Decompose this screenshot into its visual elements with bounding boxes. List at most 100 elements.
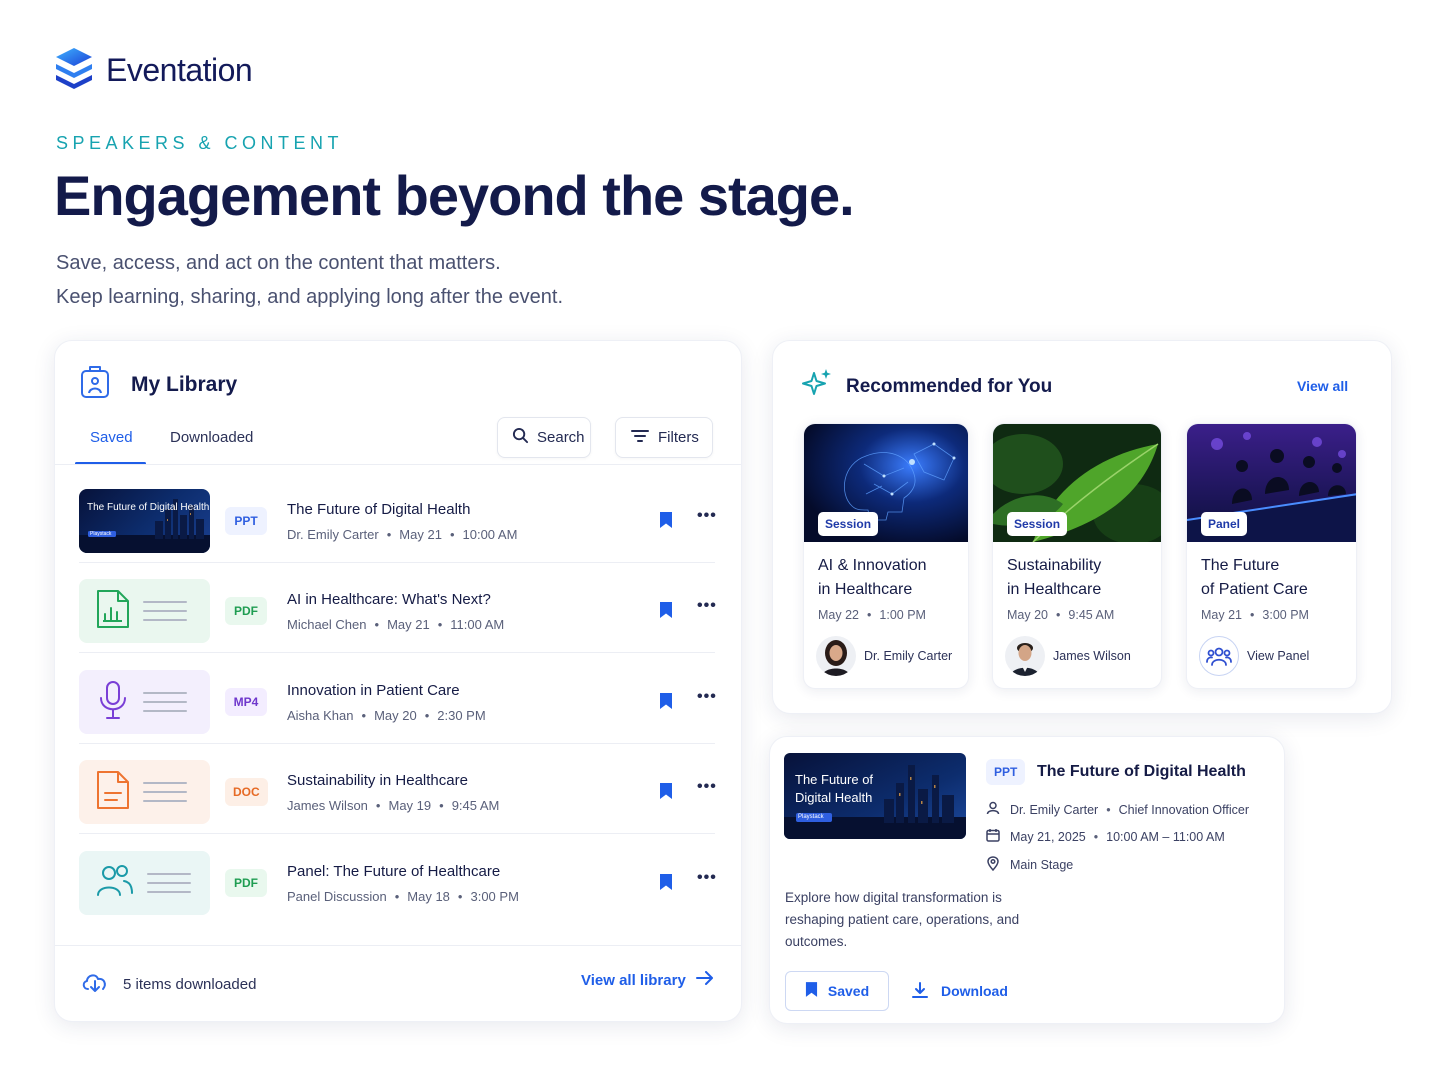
- brand-name: Eventation: [106, 52, 253, 88]
- session-title-line-1: AI & Innovation: [818, 557, 927, 574]
- row-divider: [79, 743, 715, 744]
- session-date: May 21: [1201, 608, 1242, 622]
- saved-button[interactable]: Saved: [785, 971, 889, 1011]
- session-date: May 20: [1007, 608, 1048, 622]
- session-title-line-1: The Future: [1201, 557, 1280, 574]
- user-icon: [986, 801, 1000, 818]
- row-divider: [79, 652, 715, 653]
- session-time: 9:45 AM: [1068, 608, 1115, 622]
- bookmark-icon[interactable]: [659, 873, 673, 896]
- item-title: Innovation in Patient Care: [287, 682, 460, 699]
- brand[interactable]: Eventation: [54, 46, 253, 95]
- session-tag: Session: [1007, 512, 1068, 536]
- item-time: 9:45 AM: [451, 798, 500, 813]
- detail-time: 10:00 AM – 11:00 AM: [1106, 829, 1225, 844]
- more-options-icon[interactable]: •••: [697, 869, 717, 887]
- item-time: 10:00 AM: [462, 527, 518, 542]
- row-divider: [79, 562, 715, 563]
- detail-title: The Future of Digital Health: [1037, 763, 1246, 780]
- recommended-card[interactable]: Session AI & Innovation in Healthcare Ma…: [803, 423, 969, 689]
- bookmark-icon[interactable]: [659, 601, 673, 624]
- session-meta: May 20 • 9:45 AM: [1007, 608, 1115, 622]
- file-type-badge: MP4: [225, 688, 267, 716]
- session-tag: Panel: [1201, 512, 1248, 536]
- speaker-avatar: [816, 636, 856, 676]
- document-lines: [147, 873, 191, 893]
- speaker-name: Dr. Emily Carter: [864, 649, 953, 663]
- detail-thumbnail-tag: Playstack: [798, 814, 824, 820]
- speaker-info: Dr. Emily Carter: [816, 636, 952, 676]
- recommended-card[interactable]: Panel The Future of Patient Care May 21 •…: [1186, 423, 1357, 689]
- item-title: Sustainability in Healthcare: [287, 772, 468, 789]
- users-icon: [95, 861, 135, 906]
- session-time: 3:00 PM: [1262, 608, 1309, 622]
- library-item-row[interactable]: PDF AI in Healthcare: What's Next? Micha…: [79, 567, 717, 657]
- speaker-role: Chief Innovation Officer: [1118, 802, 1249, 817]
- page-headline: Engagement beyond the stage.: [54, 164, 855, 227]
- download-status-text: 5 items downloaded: [123, 975, 257, 993]
- item-meta: James Wilson • May 19 • 9:45 AM: [287, 798, 500, 813]
- speaker-name: James Wilson: [1053, 649, 1131, 663]
- speaker-name: Dr. Emily Carter: [1010, 802, 1099, 817]
- item-meta: Panel Discussion • May 18 • 3:00 PM: [287, 889, 519, 904]
- document-lines: [143, 601, 187, 621]
- filters-button[interactable]: Filters: [615, 417, 713, 458]
- cloud-download-icon: [81, 971, 109, 997]
- more-options-icon[interactable]: •••: [697, 507, 717, 525]
- session-title-line-2: in Healthcare: [818, 581, 913, 598]
- hero-subtitle-line-1: Save, access, and act on the content tha…: [56, 252, 501, 274]
- item-thumbnail: [79, 760, 210, 824]
- file-type-badge: PPT: [986, 759, 1026, 785]
- library-item-row[interactable]: The Future of Digital Health Playstack P…: [79, 477, 717, 567]
- detail-thumbnail-title-line-2: Digital Health: [795, 790, 873, 805]
- search-button[interactable]: Search: [497, 417, 591, 458]
- arrow-right-icon: [695, 971, 714, 989]
- download-icon: [911, 981, 929, 1002]
- recommended-title: Recommended for You: [846, 376, 1053, 397]
- library-item-row[interactable]: DOC Sustainability in Healthcare James W…: [79, 748, 717, 838]
- library-item-row[interactable]: PDF Panel: The Future of Healthcare Pane…: [79, 839, 717, 929]
- more-options-icon[interactable]: •••: [697, 597, 717, 615]
- item-thumbnail: [79, 851, 210, 915]
- library-item-row[interactable]: MP4 Innovation in Patient Care Aisha Kha…: [79, 658, 717, 748]
- item-date: May 20: [374, 708, 417, 723]
- document-icon: [95, 769, 131, 816]
- library-title: My Library: [131, 373, 238, 396]
- item-speaker: Dr. Emily Carter: [287, 527, 379, 542]
- search-label: Search: [537, 429, 585, 446]
- bookmark-icon[interactable]: [659, 511, 673, 534]
- thumbnail-title: The Future of Digital Health: [87, 502, 210, 513]
- bookmark-icon[interactable]: [659, 692, 673, 715]
- detail-thumbnail-title-line-1: The Future of: [795, 772, 874, 787]
- download-button[interactable]: Download: [911, 971, 1008, 1011]
- session-title: AI & Innovation in Healthcare: [818, 554, 968, 602]
- filters-label: Filters: [658, 429, 699, 446]
- view-panel-link[interactable]: View Panel: [1199, 636, 1309, 676]
- tab-divider: [55, 464, 741, 465]
- view-all-library-label: View all library: [581, 971, 686, 989]
- location-text: Main Stage: [1010, 858, 1074, 872]
- bookmark-icon[interactable]: [659, 782, 673, 805]
- item-thumbnail: [79, 670, 210, 734]
- location-pin-icon: [986, 856, 1000, 874]
- more-options-icon[interactable]: •••: [697, 688, 717, 706]
- session-meta: May 21 • 3:00 PM: [1201, 608, 1309, 622]
- footer-divider: [55, 945, 741, 946]
- item-title: AI in Healthcare: What's Next?: [287, 591, 491, 608]
- view-all-link[interactable]: View all: [1297, 378, 1348, 394]
- sparkle-icon: [801, 367, 833, 404]
- tab-downloaded[interactable]: Downloaded: [170, 429, 253, 446]
- document-lines: [143, 692, 187, 712]
- session-title: Sustainability in Healthcare: [1007, 554, 1157, 602]
- tab-saved[interactable]: Saved: [90, 429, 133, 446]
- recommended-card[interactable]: Session Sustainability in Healthcare May…: [992, 423, 1162, 689]
- session-title-line-2: of Patient Care: [1201, 581, 1308, 598]
- section-eyebrow: SPEAKERS & CONTENT: [56, 133, 344, 153]
- item-title: The Future of Digital Health: [287, 501, 471, 518]
- hero-subtitle: Save, access, and act on the content tha…: [56, 246, 563, 314]
- view-all-library-link[interactable]: View all library: [581, 971, 714, 989]
- item-speaker: Michael Chen: [287, 617, 367, 632]
- item-thumbnail: The Future of Digital Health Playstack: [79, 489, 210, 553]
- recommended-panel: Recommended for You View all Session AI …: [772, 340, 1392, 714]
- more-options-icon[interactable]: •••: [697, 778, 717, 796]
